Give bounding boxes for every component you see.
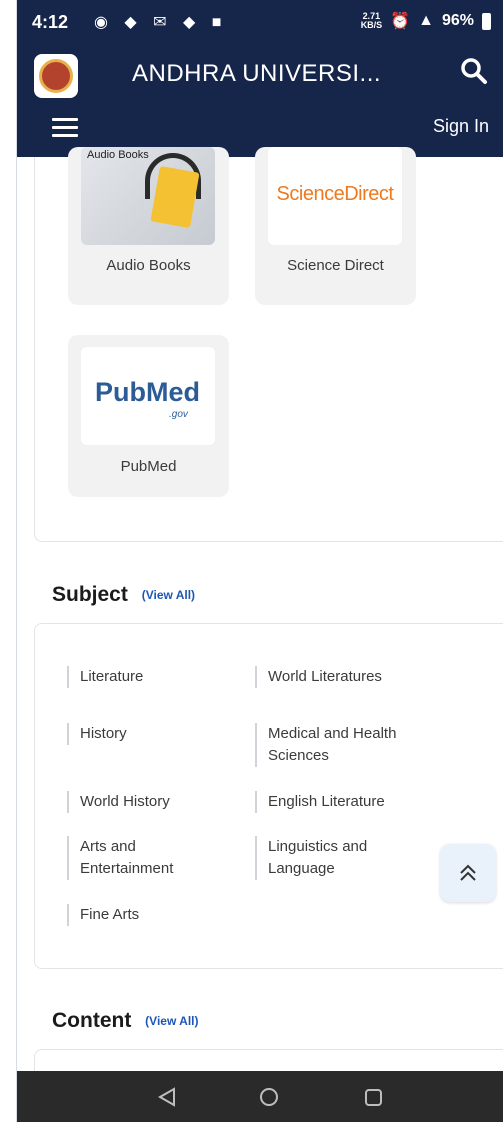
subject-item[interactable]: Arts and Entertainment (67, 836, 200, 880)
pubmed-logo-subtext: .gov (169, 409, 188, 420)
double-chevron-up-icon[interactable] (440, 844, 496, 902)
battery-icon (482, 12, 491, 30)
book-icon (150, 165, 200, 229)
section-title: Content (52, 1009, 132, 1032)
resource-label: Audio Books (106, 257, 191, 274)
subject-item[interactable]: Literature (67, 666, 230, 688)
resource-label: Science Direct (287, 257, 384, 274)
subject-item[interactable]: Fine Arts (67, 904, 230, 926)
subject-section-header: Subject (View All) (52, 583, 195, 607)
university-logo[interactable] (34, 54, 78, 98)
network-speed-unit: KB/S (360, 20, 383, 30)
subject-item[interactable]: World Literatures (255, 666, 438, 688)
subject-item[interactable]: World History (67, 791, 230, 813)
home-circle-icon[interactable] (258, 1086, 280, 1108)
signal-icon: ▲ (418, 12, 434, 29)
pubmed-logo: PubMed .gov (81, 347, 215, 445)
sign-in-link[interactable]: Sign In (433, 116, 489, 137)
system-nav-bar (16, 1071, 503, 1122)
status-time: 4:12 (32, 12, 69, 32)
audio-books-image-text: Audio Books (87, 149, 149, 161)
battery-percent: 96% (441, 12, 474, 29)
subject-item[interactable]: History (67, 723, 230, 745)
recents-square-icon[interactable] (362, 1086, 384, 1108)
audio-books-image: Audio Books (81, 147, 215, 245)
pubmed-logo-text: PubMed (95, 377, 200, 407)
app-frame: 4:12 ◉ ◆ ✉ ◆ ■ 2.71 KB/S ⏰ ▲ 96% ANDHRA … (16, 0, 503, 1122)
status-right: 2.71 KB/S ⏰ ▲ 96% (361, 11, 491, 31)
science-direct-logo: ScienceDirect (268, 147, 402, 245)
resource-tile-audio-books[interactable]: Audio Books Audio Books (68, 147, 229, 305)
resource-tile-pubmed[interactable]: PubMed .gov PubMed (68, 335, 229, 497)
content-view-all-link[interactable]: (View All) (145, 1014, 198, 1028)
back-triangle-icon[interactable] (156, 1086, 178, 1108)
content-section-header: Content (View All) (52, 1009, 199, 1033)
university-seal (39, 59, 73, 93)
hamburger-menu-icon[interactable] (52, 118, 78, 140)
status-bar: 4:12 ◉ ◆ ✉ ◆ ■ 2.71 KB/S ⏰ ▲ 96% (16, 0, 503, 46)
resource-tile-science-direct[interactable]: ScienceDirect Science Direct (255, 147, 416, 305)
subject-panel: Literature World Literatures History Med… (34, 623, 503, 969)
app-header: 4:12 ◉ ◆ ✉ ◆ ■ 2.71 KB/S ⏰ ▲ 96% ANDHRA … (16, 0, 503, 157)
section-title: Subject (52, 583, 128, 606)
subject-item[interactable]: Linguistics and Language (255, 836, 398, 880)
frame-border (16, 0, 17, 1122)
resources-panel: Audio Books Audio Books ScienceDirect Sc… (34, 147, 503, 542)
app-title: ANDHRA UNIVERSI... (132, 60, 382, 87)
resource-label: PubMed (120, 458, 177, 475)
network-speed: 2.71 KB/S (361, 12, 383, 30)
alarm-icon: ⏰ (390, 13, 411, 30)
search-icon[interactable] (459, 56, 489, 86)
notification-icons: ◉ ◆ ✉ ◆ ■ (94, 14, 228, 31)
science-direct-logo-text: ScienceDirect (276, 183, 394, 205)
subject-item[interactable]: Medical and Health Sciences (255, 723, 428, 767)
subject-item[interactable]: English Literature (255, 791, 438, 813)
subject-view-all-link[interactable]: (View All) (142, 588, 195, 602)
